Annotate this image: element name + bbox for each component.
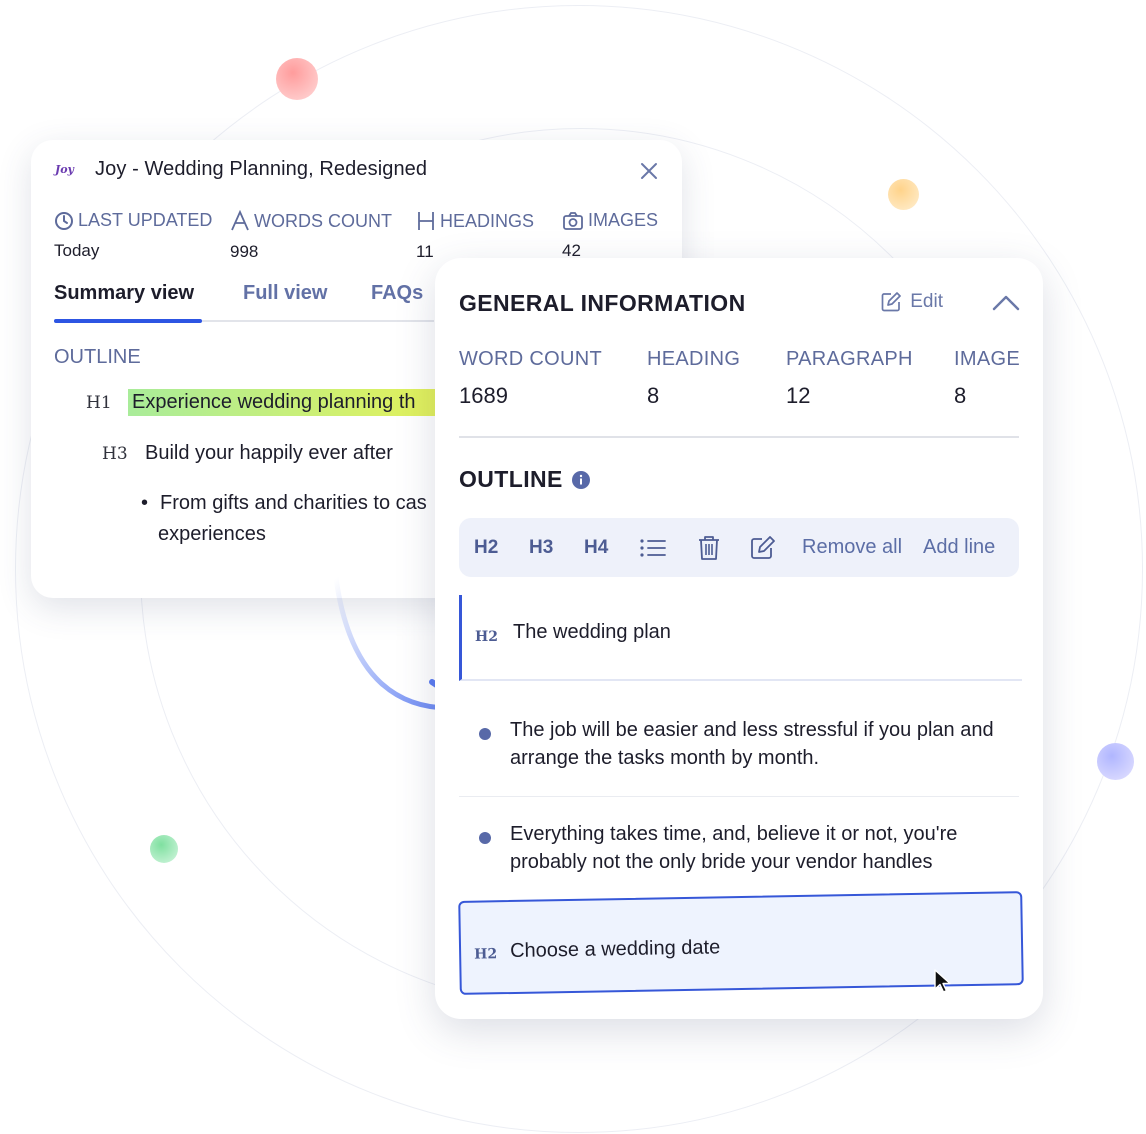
document-title: Joy - Wedding Planning, Redesigned: [95, 158, 428, 180]
heading-tag: H2: [475, 629, 498, 645]
remove-all-button[interactable]: Remove all: [802, 518, 902, 577]
bullet-text: Everything takes time, and, believe it o…: [510, 823, 958, 873]
stat-value: Today: [54, 241, 100, 260]
add-line-button[interactable]: Add line: [923, 518, 995, 577]
decorative-dot-purple: [1097, 743, 1134, 780]
outline-row-bullet: • From gifts and charities to cas: [141, 492, 427, 515]
stat-label: IMAGES: [588, 210, 659, 230]
info-value: 1689: [459, 383, 508, 408]
tab-summary-view[interactable]: Summary view: [54, 282, 194, 305]
pencil-square-icon: [751, 535, 775, 559]
outline-label: OUTLINE: [54, 346, 141, 368]
info-image: IMAGE 8: [954, 348, 1020, 409]
insert-h3-button[interactable]: H3: [529, 518, 553, 577]
info-value: 8: [647, 383, 660, 408]
delete-button[interactable]: [697, 518, 721, 577]
outline-row-bullet-continued: experiences: [158, 523, 266, 546]
section-title: GENERAL INFORMATION: [459, 290, 746, 316]
letter-h-icon: [418, 212, 434, 230]
heading-text: Build your happily ever after: [145, 442, 393, 464]
outline-row-h1: H1 Experience wedding planning th: [86, 389, 436, 416]
bullet-text: From gifts and charities to cas: [160, 492, 427, 514]
mouse-pointer-icon: [934, 969, 951, 993]
info-icon[interactable]: [571, 470, 591, 490]
stat-headings: HEADINGS 11: [416, 210, 534, 262]
outline-toolbar: H2 H3 H4 Remove all Add line: [459, 518, 1019, 577]
info-label: PARAGRAPH: [786, 348, 913, 370]
active-tab-indicator: [54, 319, 202, 323]
stat-label: HEADINGS: [440, 210, 535, 231]
bullet-list-button[interactable]: [639, 518, 667, 577]
tab-faqs[interactable]: FAQs: [371, 282, 423, 305]
info-word-count: WORD COUNT 1689: [459, 348, 602, 409]
outline-header: OUTLINE: [459, 466, 591, 493]
outline-row-h3: H3 Build your happily ever after: [102, 442, 393, 465]
bullet-text-continued: experiences: [158, 523, 266, 545]
insert-h4-button[interactable]: H4: [584, 518, 608, 577]
heading-tag: H3: [102, 443, 128, 464]
stat-last-updated: LAST UPDATED Today: [54, 210, 212, 261]
outline-item-bullet[interactable]: The job will be easier and less stressfu…: [459, 698, 1019, 797]
joy-logo: Joy: [55, 163, 74, 176]
decorative-dot-green: [150, 835, 178, 863]
heading-text: Choose a wedding date: [509, 936, 721, 963]
letter-a-icon: [231, 210, 249, 231]
heading-tag: H2: [474, 946, 498, 963]
edit-line-button[interactable]: [749, 518, 777, 577]
card-header: Joy Joy - Wedding Planning, Redesigned: [55, 158, 427, 181]
info-grid: WORD COUNT 1689 HEADING 8 PARAGRAPH 12 I…: [459, 348, 1020, 438]
stat-label: LAST UPDATED: [78, 210, 213, 230]
tab-full-view[interactable]: Full view: [243, 282, 327, 305]
list-icon: [640, 538, 666, 557]
info-label: WORD COUNT: [459, 348, 602, 370]
stat-words-count: WORDS COUNT 998: [230, 210, 392, 262]
edit-button[interactable]: Edit: [880, 291, 943, 313]
trash-icon: [699, 535, 719, 560]
info-value: 8: [954, 383, 967, 408]
stat-label: WORDS COUNT: [254, 210, 392, 231]
insert-h2-button[interactable]: H2: [474, 518, 498, 577]
heading-text: The wedding plan: [513, 621, 671, 643]
info-label: HEADING: [647, 348, 741, 370]
bullet-marker: •: [141, 492, 149, 514]
decorative-dot-yellow: [888, 179, 919, 210]
decorative-dot-red: [276, 58, 318, 100]
bullet-dot: [479, 832, 491, 844]
outline-item-bullet[interactable]: Everything takes time, and, believe it o…: [459, 802, 1019, 900]
bullet-text: The job will be easier and less stressfu…: [510, 719, 994, 769]
stat-images: IMAGES 42: [562, 210, 658, 261]
outline-item-h2[interactable]: H2 The wedding plan: [459, 595, 1022, 681]
bullet-dot: [479, 728, 491, 740]
chevron-up-icon[interactable]: [991, 292, 1021, 314]
heading-tag: H1: [86, 392, 112, 413]
camera-icon: [563, 211, 583, 230]
general-information-card: GENERAL INFORMATION Edit WORD COUNT 1689…: [435, 258, 1043, 1019]
clock-icon: [55, 211, 73, 230]
close-icon[interactable]: [638, 160, 660, 182]
info-heading: HEADING 8: [647, 348, 740, 409]
view-tabs: Summary view Full view FAQs: [54, 282, 434, 323]
info-label: IMAGE: [954, 348, 1020, 370]
edit-label: Edit: [910, 291, 943, 312]
stat-value: 998: [230, 242, 259, 261]
pencil-icon: [881, 292, 902, 312]
info-value: 12: [786, 383, 811, 408]
info-paragraph: PARAGRAPH 12: [786, 348, 913, 409]
highlighted-heading: Experience wedding planning th: [128, 389, 436, 416]
outline-title: OUTLINE: [459, 466, 563, 492]
